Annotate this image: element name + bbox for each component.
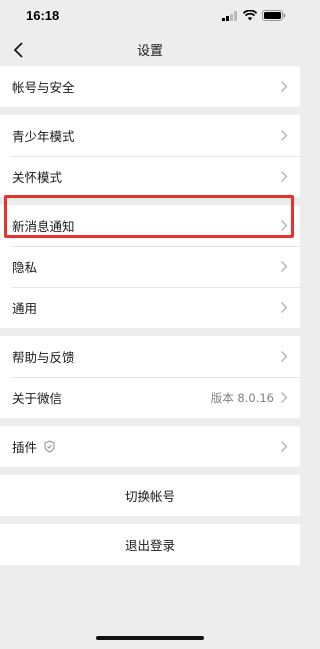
settings-item-care-mode[interactable]: 关怀模式 — [0, 156, 300, 197]
signal-icon — [222, 10, 237, 21]
nav-bar: 设置 — [0, 34, 300, 66]
settings-item-label: 插件 — [12, 440, 38, 455]
status-icons — [222, 10, 286, 21]
shield-icon — [44, 440, 55, 453]
battery-icon — [262, 10, 286, 21]
settings-group-general: 新消息通知 隐私 通用 — [0, 205, 300, 328]
chevron-right-icon — [281, 302, 288, 313]
chevron-right-icon — [281, 130, 288, 141]
logout-button[interactable]: 退出登录 — [0, 524, 300, 565]
section-divider — [0, 197, 300, 205]
chevron-right-icon — [281, 261, 288, 272]
page-title: 设置 — [136, 44, 163, 59]
settings-item-about-wechat[interactable]: 关于微信 版本 8.0.16 — [0, 377, 300, 418]
chevron-right-icon — [281, 392, 288, 403]
chevron-right-icon — [281, 351, 288, 362]
settings-item-label: 青少年模式 — [12, 129, 75, 144]
settings-item-teen-mode[interactable]: 青少年模式 — [0, 115, 300, 156]
settings-item-general[interactable]: 通用 — [0, 287, 300, 328]
settings-item-label: 关于微信 — [12, 391, 63, 406]
settings-group-modes: 青少年模式 关怀模式 — [0, 115, 300, 197]
settings-item-plugins[interactable]: 插件 — [0, 426, 300, 467]
status-time: 16:18 — [26, 8, 60, 23]
settings-item-label: 通用 — [12, 301, 38, 316]
chevron-right-icon — [281, 171, 288, 182]
section-divider — [0, 328, 300, 336]
settings-group-account: 帐号与安全 — [0, 66, 300, 107]
status-bar: 16:18 — [0, 0, 300, 34]
settings-group-help: 帮助与反馈 关于微信 版本 8.0.16 — [0, 336, 300, 418]
wifi-icon — [243, 10, 257, 21]
settings-item-label: 帮助与反馈 — [12, 350, 75, 365]
section-divider — [0, 107, 300, 115]
settings-group-plugins: 插件 — [0, 426, 300, 467]
switch-account-button[interactable]: 切换帐号 — [0, 475, 300, 516]
section-divider — [0, 516, 300, 524]
settings-item-help-feedback[interactable]: 帮助与反馈 — [0, 336, 300, 377]
version-value: 版本 8.0.16 — [210, 391, 274, 405]
home-indicator — [96, 636, 204, 640]
settings-item-label: 隐私 — [12, 260, 38, 275]
section-divider — [0, 418, 300, 426]
settings-item-privacy[interactable]: 隐私 — [0, 246, 300, 287]
chevron-right-icon — [281, 220, 288, 231]
settings-item-label: 帐号与安全 — [12, 80, 75, 95]
section-divider — [0, 467, 300, 475]
settings-item-label: 关怀模式 — [12, 170, 63, 185]
chevron-right-icon — [281, 81, 288, 92]
settings-item-notifications[interactable]: 新消息通知 — [0, 205, 300, 246]
settings-item-account-security[interactable]: 帐号与安全 — [0, 66, 300, 107]
chevron-right-icon — [281, 441, 288, 452]
settings-item-label: 新消息通知 — [12, 219, 75, 234]
